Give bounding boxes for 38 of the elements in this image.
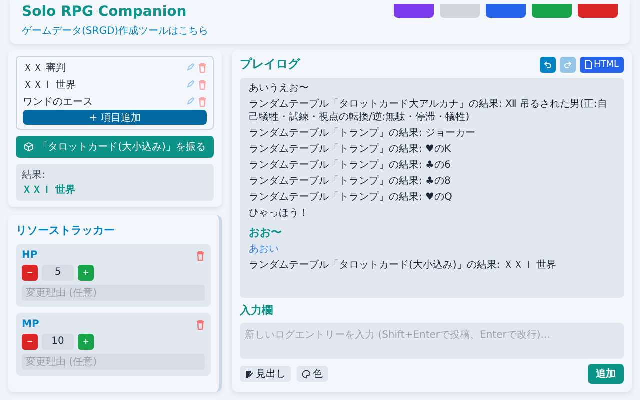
increment-button[interactable]: + [78,265,94,281]
log-entry: あいうえお〜 [249,82,310,95]
table-item: ＸＸ 審判 [23,62,66,74]
heading-button[interactable]: 見出し [240,366,291,382]
reason-field[interactable]: 変更理由 (任意) [22,285,205,301]
increment-button[interactable]: + [78,334,94,350]
app-title: Solo RPG Companion [22,4,188,20]
tool-link[interactable]: ゲームデータ(SRGD)作成ツールはこちら [22,24,209,38]
decrement-button[interactable]: − [22,265,38,281]
reason-field[interactable]: 変更理由 (任意) [22,354,205,370]
section-title: 入力欄 [240,303,274,318]
log-entry: ランダムテーブル「トランプ」の結果: ♣の6 [249,159,452,172]
log-input-field[interactable]: 新しいログエントリーを入力 (Shift+Enterで投稿、Enterで改行)... [240,323,624,359]
table-item: ＸＸＩ 世界 [23,78,76,92]
log-entry: ランダムテーブル「トランプ」の結果: ♥のQ [249,191,454,204]
log-entry: ランダムテーブル「トランプ」の結果: ジョーカー [249,127,477,140]
log-entry: ランダムテーブル「トランプ」の結果: ♣の8 [249,175,452,188]
result-label: 結果: [22,169,46,182]
roll-button[interactable]: 「タロットカード(大小込み)」を振る [16,136,214,158]
log-entry: ひゃっほう！ [249,207,310,220]
add-item-button[interactable]: + 項目追加 [23,110,207,125]
resource-name: HP [22,250,38,261]
color-button[interactable]: 色 [297,366,328,382]
table-item: ワンドのエース [23,96,93,108]
export-html-button[interactable]: HTML [580,56,624,72]
log-heading: おお〜 [249,226,283,240]
decrement-button[interactable]: − [22,334,38,350]
resource-name: MP [22,319,40,330]
resource-value[interactable]: 5 [42,265,74,281]
result-value: ＸＸＩ 世界 [22,184,76,197]
add-button[interactable]: 追加 [588,364,624,384]
log-entry: あおい [249,243,280,256]
log-entry: ランダムテーブル「タロットカード大アルカナ」の結果: Ⅻ 吊るされた男(正:自己犠牲・試練・視点の転換/逆:無駄・停滞・犠牲) [249,98,608,124]
resource-value[interactable]: 10 [42,334,74,350]
section-title: リソーストラッカー [16,223,116,238]
log-entry: ランダムテーブル「タロットカード(大小込み)」の結果: ＸＸＩ 世界 [249,259,558,272]
log-entry: ランダムテーブル「トランプ」の結果: ♥のK [249,143,452,156]
panel-title: プレイログ [240,56,300,73]
